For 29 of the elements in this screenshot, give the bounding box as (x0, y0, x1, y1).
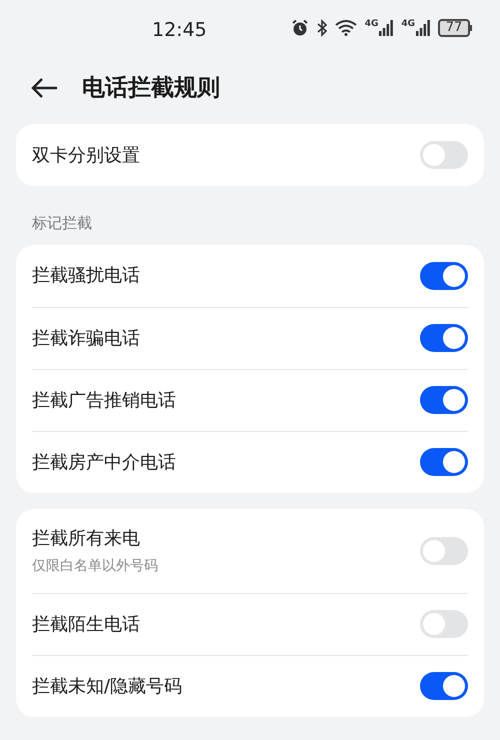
signal-icon (416, 20, 430, 36)
network-type: 4G (364, 20, 378, 29)
battery-level: 77 (438, 19, 470, 37)
toggle-switch[interactable] (420, 386, 468, 414)
setting-label: 双卡分别设置 (32, 144, 140, 168)
toggle-switch[interactable] (420, 610, 468, 638)
toggle-switch[interactable] (420, 324, 468, 352)
setting-label: 拦截广告推销电话 (32, 388, 176, 412)
toggle-switch[interactable] (420, 536, 468, 564)
setting-label: 拦截诈骗电话 (32, 326, 140, 350)
bluetooth-icon (316, 19, 327, 37)
toggle-switch[interactable] (420, 448, 468, 476)
alarm-icon (290, 19, 309, 37)
page-title: 电话拦截规则 (82, 74, 220, 103)
section-heading: 标记拦截 (31, 213, 93, 234)
status-time: 12:45 (152, 18, 207, 43)
setting-label: 拦截骚扰电话 (32, 264, 140, 288)
network-type: 4G (401, 20, 415, 29)
signal-icon (379, 20, 394, 36)
toggle-switch[interactable] (420, 141, 468, 169)
wifi-icon (334, 20, 357, 36)
setting-label: 拦截房产中介电话 (32, 450, 176, 474)
setting-label: 拦截所有来电 (32, 526, 141, 550)
back-arrow-icon[interactable] (30, 77, 58, 99)
setting-label: 拦截未知/隐藏号码 (32, 674, 182, 698)
setting-label: 拦截陌生电话 (32, 612, 140, 636)
toggle-switch[interactable] (420, 672, 468, 700)
setting-description: 仅限白名单以外号码 (32, 556, 158, 576)
toggle-switch[interactable] (420, 262, 468, 290)
